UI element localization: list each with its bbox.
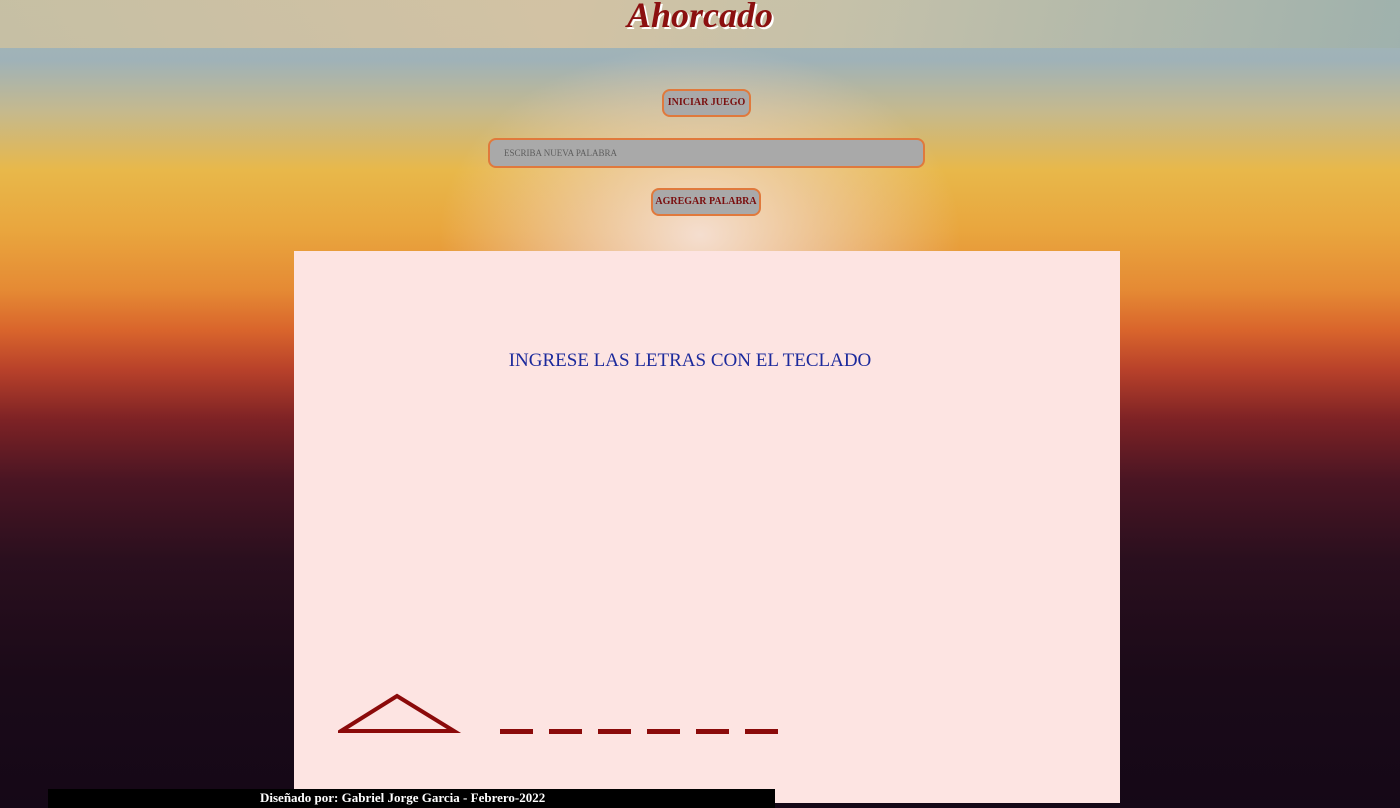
new-word-input[interactable] (488, 138, 925, 168)
instructions-text: INGRESE LAS LETRAS CON EL TECLADO (508, 350, 872, 371)
letter-slot (598, 729, 631, 734)
footer: Diseñado por: Gabriel Jorge Garcia - Feb… (48, 789, 775, 808)
gallows-base-drawing (338, 693, 462, 733)
letter-slot (500, 729, 533, 734)
footer-credit: Diseñado por: Gabriel Jorge Garcia - Feb… (260, 790, 546, 805)
letter-slot (549, 729, 582, 734)
add-word-button[interactable]: AGREGAR PALABRA (651, 188, 761, 216)
start-game-button[interactable]: INICIAR JUEGO (662, 89, 751, 117)
game-board: INGRESE LAS LETRAS CON EL TECLADO (294, 251, 1120, 803)
page-title: Ahorcado (626, 0, 774, 35)
letter-slot (696, 729, 729, 734)
letter-slot (647, 729, 680, 734)
letter-slot (745, 729, 778, 734)
letter-slots (500, 729, 778, 734)
